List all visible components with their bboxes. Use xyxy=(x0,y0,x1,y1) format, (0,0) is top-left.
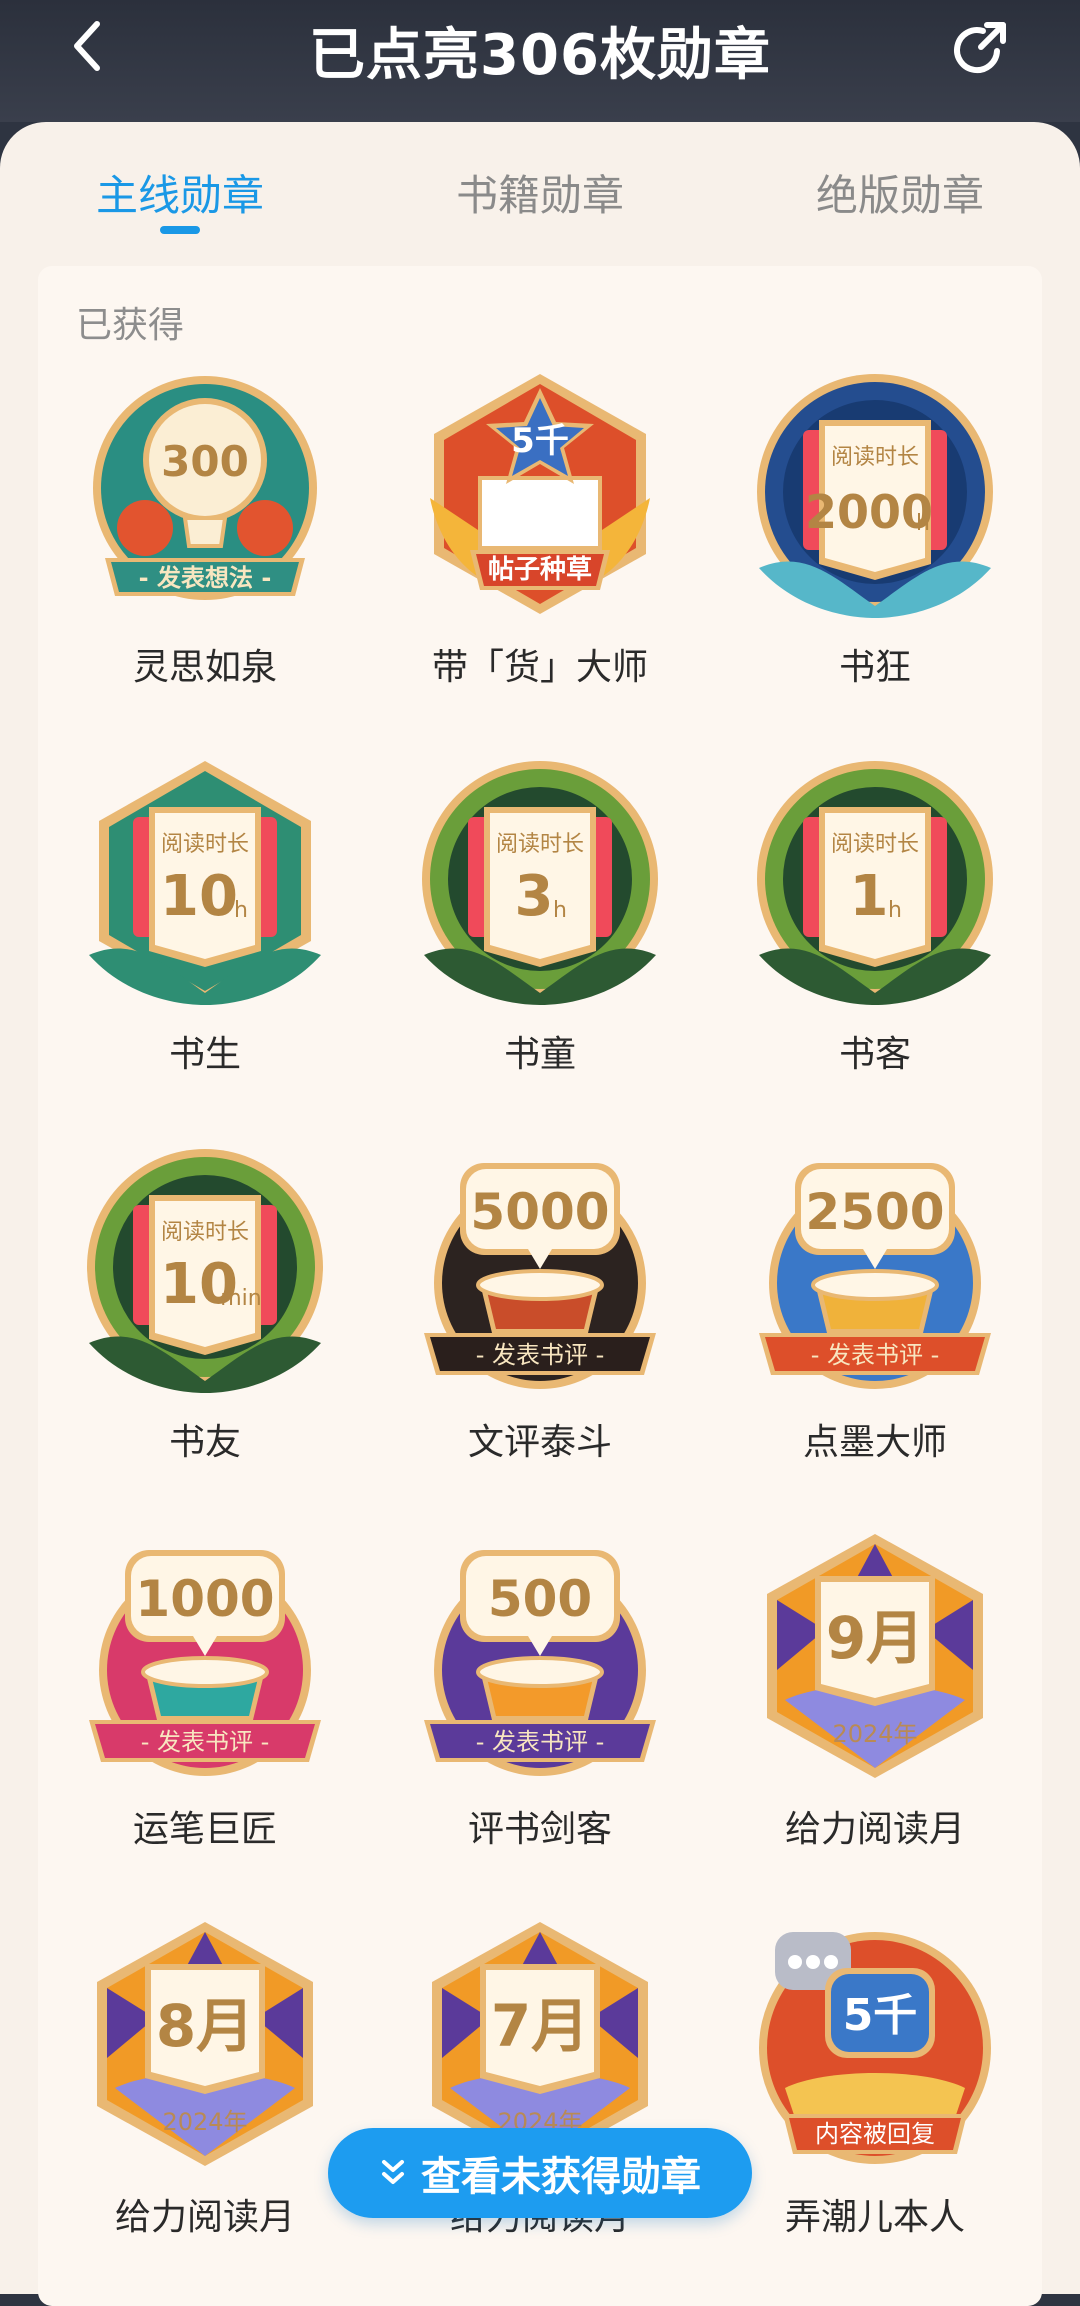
badge-text: min xyxy=(220,1286,262,1311)
badge-emblem-icon: 阅读时长 3 h xyxy=(422,761,658,1005)
badge-name: 书生 xyxy=(168,1034,241,1075)
badge-text: 300 xyxy=(161,437,249,486)
badge-item[interactable]: 300 - 发表想法 - 灵思如泉 xyxy=(55,368,355,708)
badge-text: 5000 xyxy=(470,1183,609,1241)
badge-text: 2000 xyxy=(805,485,933,539)
badge-text: 5千 xyxy=(511,421,569,461)
tab-label: 绝版勋章 xyxy=(815,171,984,220)
badge-item[interactable]: 500 - 发表书评 - 评书剑客 xyxy=(390,1530,690,1870)
badge-text: 2024年 xyxy=(162,2108,247,2136)
badge-item[interactable]: 阅读时长 1 h 书客 xyxy=(725,755,1025,1095)
top-bar: 已点亮306枚勋章 xyxy=(0,0,1080,122)
badge-item[interactable]: 9月 2024年给力阅读月 xyxy=(725,1530,1025,1870)
badge-text: 7月 xyxy=(491,1992,589,2060)
badge-text: 10 xyxy=(160,864,238,929)
badge-emblem-icon: 2500 - 发表书评 - xyxy=(759,1163,991,1389)
badge-emblem-icon: 9月 2024年 xyxy=(767,1534,983,1778)
badge-name: 书童 xyxy=(503,1034,576,1075)
tab-label: 主线勋章 xyxy=(95,171,264,220)
badge-emblem-icon: 5千内容被回复 xyxy=(759,1932,991,2164)
badge-text: h xyxy=(553,898,567,923)
badge-name: 给力阅读月 xyxy=(784,1809,965,1850)
tab-active-indicator xyxy=(160,226,200,234)
view-unearned-label: 查看未获得勋章 xyxy=(421,2154,701,2200)
badge-item[interactable]: 阅读时长 2000 h 书狂 xyxy=(725,368,1025,708)
tab-book-badges[interactable]: 书籍勋章 xyxy=(390,162,690,223)
share-icon xyxy=(954,22,1006,74)
tab-bar: 主线勋章 书籍勋章 绝版勋章 xyxy=(0,162,1080,252)
badge-text: 阅读时长 xyxy=(161,832,249,857)
badge-text: - 发表书评 - xyxy=(476,1341,605,1369)
badge-name: 运笔巨匠 xyxy=(132,1809,277,1850)
badge-name: 文评泰斗 xyxy=(467,1422,612,1463)
badge-text: h xyxy=(888,898,902,923)
badge-emblem-icon: 8月 2024年 xyxy=(97,1922,313,2166)
badge-item[interactable]: 2500 - 发表书评 - 点墨大师 xyxy=(725,1143,1025,1483)
badge-name: 书客 xyxy=(838,1034,911,1075)
section-label-earned: 已获得 xyxy=(76,305,185,346)
badge-text: 3 xyxy=(515,864,554,929)
badge-item[interactable]: 1000 - 发表书评 - 运笔巨匠 xyxy=(55,1530,355,1870)
badge-item[interactable]: 8月 2024年给力阅读月 xyxy=(55,1918,355,2258)
badge-emblem-icon: 300 - 发表想法 - xyxy=(93,376,317,600)
badge-text: h xyxy=(234,898,248,923)
badge-emblem-icon: 500 - 发表书评 - xyxy=(424,1550,656,1776)
badge-item[interactable]: 阅读时长 10 min 书友 xyxy=(55,1143,355,1483)
badge-item[interactable]: 5000 - 发表书评 - 文评泰斗 xyxy=(390,1143,690,1483)
badge-emblem-icon: 5千帖子种草 xyxy=(430,374,650,614)
badge-item[interactable]: 阅读时长 3 h 书童 xyxy=(390,755,690,1095)
badge-name: 评书剑客 xyxy=(467,1809,612,1850)
badge-text: 5千 xyxy=(843,1990,918,2041)
badge-text: 阅读时长 xyxy=(161,1220,249,1245)
badge-text: 内容被回复 xyxy=(815,2120,935,2148)
badge-text: 2024年 xyxy=(832,1720,917,1748)
badge-item[interactable]: 5千内容被回复弄潮儿本人 xyxy=(725,1918,1025,2258)
badge-emblem-icon: 阅读时长 10h xyxy=(89,761,321,1005)
badge-text: h xyxy=(916,511,930,536)
badge-item[interactable]: 5千帖子种草带「货」大师 xyxy=(390,368,690,708)
badge-text: 2500 xyxy=(805,1183,944,1241)
badge-text: 阅读时长 xyxy=(831,832,919,857)
badge-text: - 发表书评 - xyxy=(811,1341,940,1369)
badge-name: 灵思如泉 xyxy=(132,647,277,688)
badge-text: - 发表书评 - xyxy=(476,1728,605,1756)
badge-name: 书狂 xyxy=(838,647,911,688)
badge-name: 带「货」大师 xyxy=(431,647,648,688)
badge-text: - 发表想法 - xyxy=(139,564,272,592)
badge-text: 阅读时长 xyxy=(496,832,584,857)
badge-emblem-icon: 阅读时长10min xyxy=(87,1149,323,1393)
badge-name: 给力阅读月 xyxy=(114,2197,295,2238)
badge-emblem-icon: 5000 - 发表书评 - xyxy=(424,1163,656,1389)
tab-limited-badges[interactable]: 绝版勋章 xyxy=(750,162,1050,223)
badge-text: 1000 xyxy=(135,1570,274,1628)
badge-name: 书友 xyxy=(168,1422,241,1463)
badge-emblem-icon: 阅读时长 1 h xyxy=(757,761,993,1005)
badge-text: - 发表书评 - xyxy=(141,1728,270,1756)
share-button[interactable] xyxy=(944,14,1014,84)
badge-text: 帖子种草 xyxy=(488,555,592,585)
badge-text: 9月 xyxy=(826,1604,924,1672)
tab-label: 书籍勋章 xyxy=(455,171,624,220)
badge-text: 8月 xyxy=(156,1992,254,2060)
badge-text: 500 xyxy=(488,1570,592,1628)
badge-emblem-icon: 1000 - 发表书评 - xyxy=(89,1550,321,1776)
double-chevron-down-icon xyxy=(379,2158,407,2188)
badge-name: 点墨大师 xyxy=(802,1422,947,1463)
badge-text: 1 xyxy=(850,864,889,929)
badge-item[interactable]: 阅读时长 10 h 书生 xyxy=(55,755,355,1095)
page-title: 已点亮306枚勋章 xyxy=(309,23,771,88)
badge-name: 弄潮儿本人 xyxy=(784,2197,965,2238)
tab-main-badges[interactable]: 主线勋章 xyxy=(30,162,330,234)
view-unearned-button[interactable]: 查看未获得勋章 xyxy=(328,2128,752,2218)
badge-emblem-icon: 阅读时长 2000h xyxy=(757,374,993,618)
badge-text: 阅读时长 xyxy=(831,445,919,470)
